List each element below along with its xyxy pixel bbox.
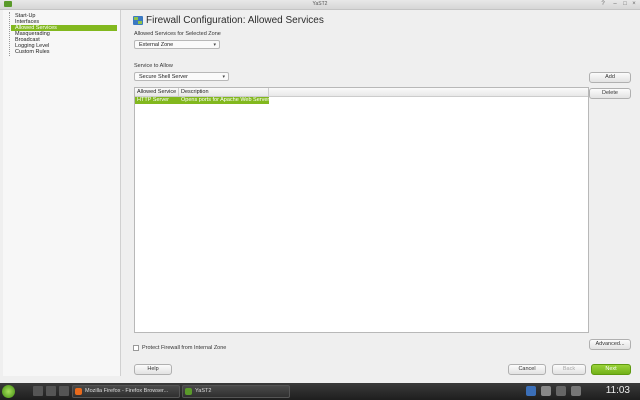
table-cell-description: Opens ports for Apache Web Server [181,97,270,103]
protect-firewall-checkbox[interactable] [133,345,139,351]
next-button[interactable]: Next [591,364,631,375]
help-button[interactable]: Help [134,364,172,375]
taskbar-task-firefox[interactable]: Mozilla Firefox - Firefox Browser... [72,385,180,398]
chevron-down-icon: ▾ [222,74,225,80]
sidebar-nav: Start-Up Interfaces Allowed Services Mas… [3,10,121,376]
volume-icon[interactable] [556,386,566,396]
column-header-description[interactable]: Description [179,88,269,96]
virtualbox-icon[interactable] [526,386,536,396]
taskbar-task-label: YaST2 [195,388,212,394]
minimize-icon[interactable]: – [612,1,618,7]
zone-select-value: External Zone [139,42,174,48]
start-menu-icon[interactable] [2,385,15,398]
desktop-icon[interactable] [33,386,43,396]
page-title: Firewall Configuration: Allowed Services [146,15,324,26]
table-cell-service: HTTP Server [137,97,169,103]
delete-button[interactable]: Delete [589,88,631,99]
files-icon[interactable] [59,386,69,396]
back-button[interactable]: Back [552,364,586,375]
firefox-icon [75,388,82,395]
add-button[interactable]: Add [589,72,631,83]
service-label: Service to Allow [134,63,173,69]
help-icon[interactable]: ? [600,1,606,7]
cancel-button[interactable]: Cancel [508,364,546,375]
close-icon[interactable]: × [631,1,637,7]
service-select[interactable]: Secure Shell Server ▾ [134,72,229,81]
window-title: YaST2 [312,1,328,7]
taskbar-task-label: Mozilla Firefox - Firefox Browser... [85,388,169,394]
network-icon[interactable] [541,386,551,396]
window-titlebar: YaST2 ? – □ × [0,0,640,10]
zone-label: Allowed Services for Selected Zone [134,31,221,37]
sidebar-item-custom-rules[interactable]: Custom Rules [11,49,50,55]
maximize-icon[interactable]: □ [622,1,628,7]
service-select-value: Secure Shell Server [139,74,188,80]
table-header: Allowed Service Description [135,88,588,97]
taskbar-clock: 11:03 [605,385,630,396]
column-header-allowed-service[interactable]: Allowed Service [135,88,179,96]
allowed-services-table: Allowed Service Description HTTP Server … [134,87,589,333]
taskbar-task-yast[interactable]: YaST2 [182,385,290,398]
zone-select[interactable]: External Zone ▾ [134,40,220,49]
yast-icon [185,388,192,395]
firewall-icon [133,16,143,25]
taskbar: Mozilla Firefox - Firefox Browser... YaS… [0,383,640,400]
pager-icon[interactable] [46,386,56,396]
advanced-button[interactable]: Advanced... [589,339,631,350]
tray-arrow-icon[interactable] [571,386,581,396]
table-row[interactable]: HTTP Server Opens ports for Apache Web S… [135,97,269,104]
chevron-down-icon: ▾ [213,42,216,48]
protect-firewall-label: Protect Firewall from Internal Zone [142,345,227,351]
